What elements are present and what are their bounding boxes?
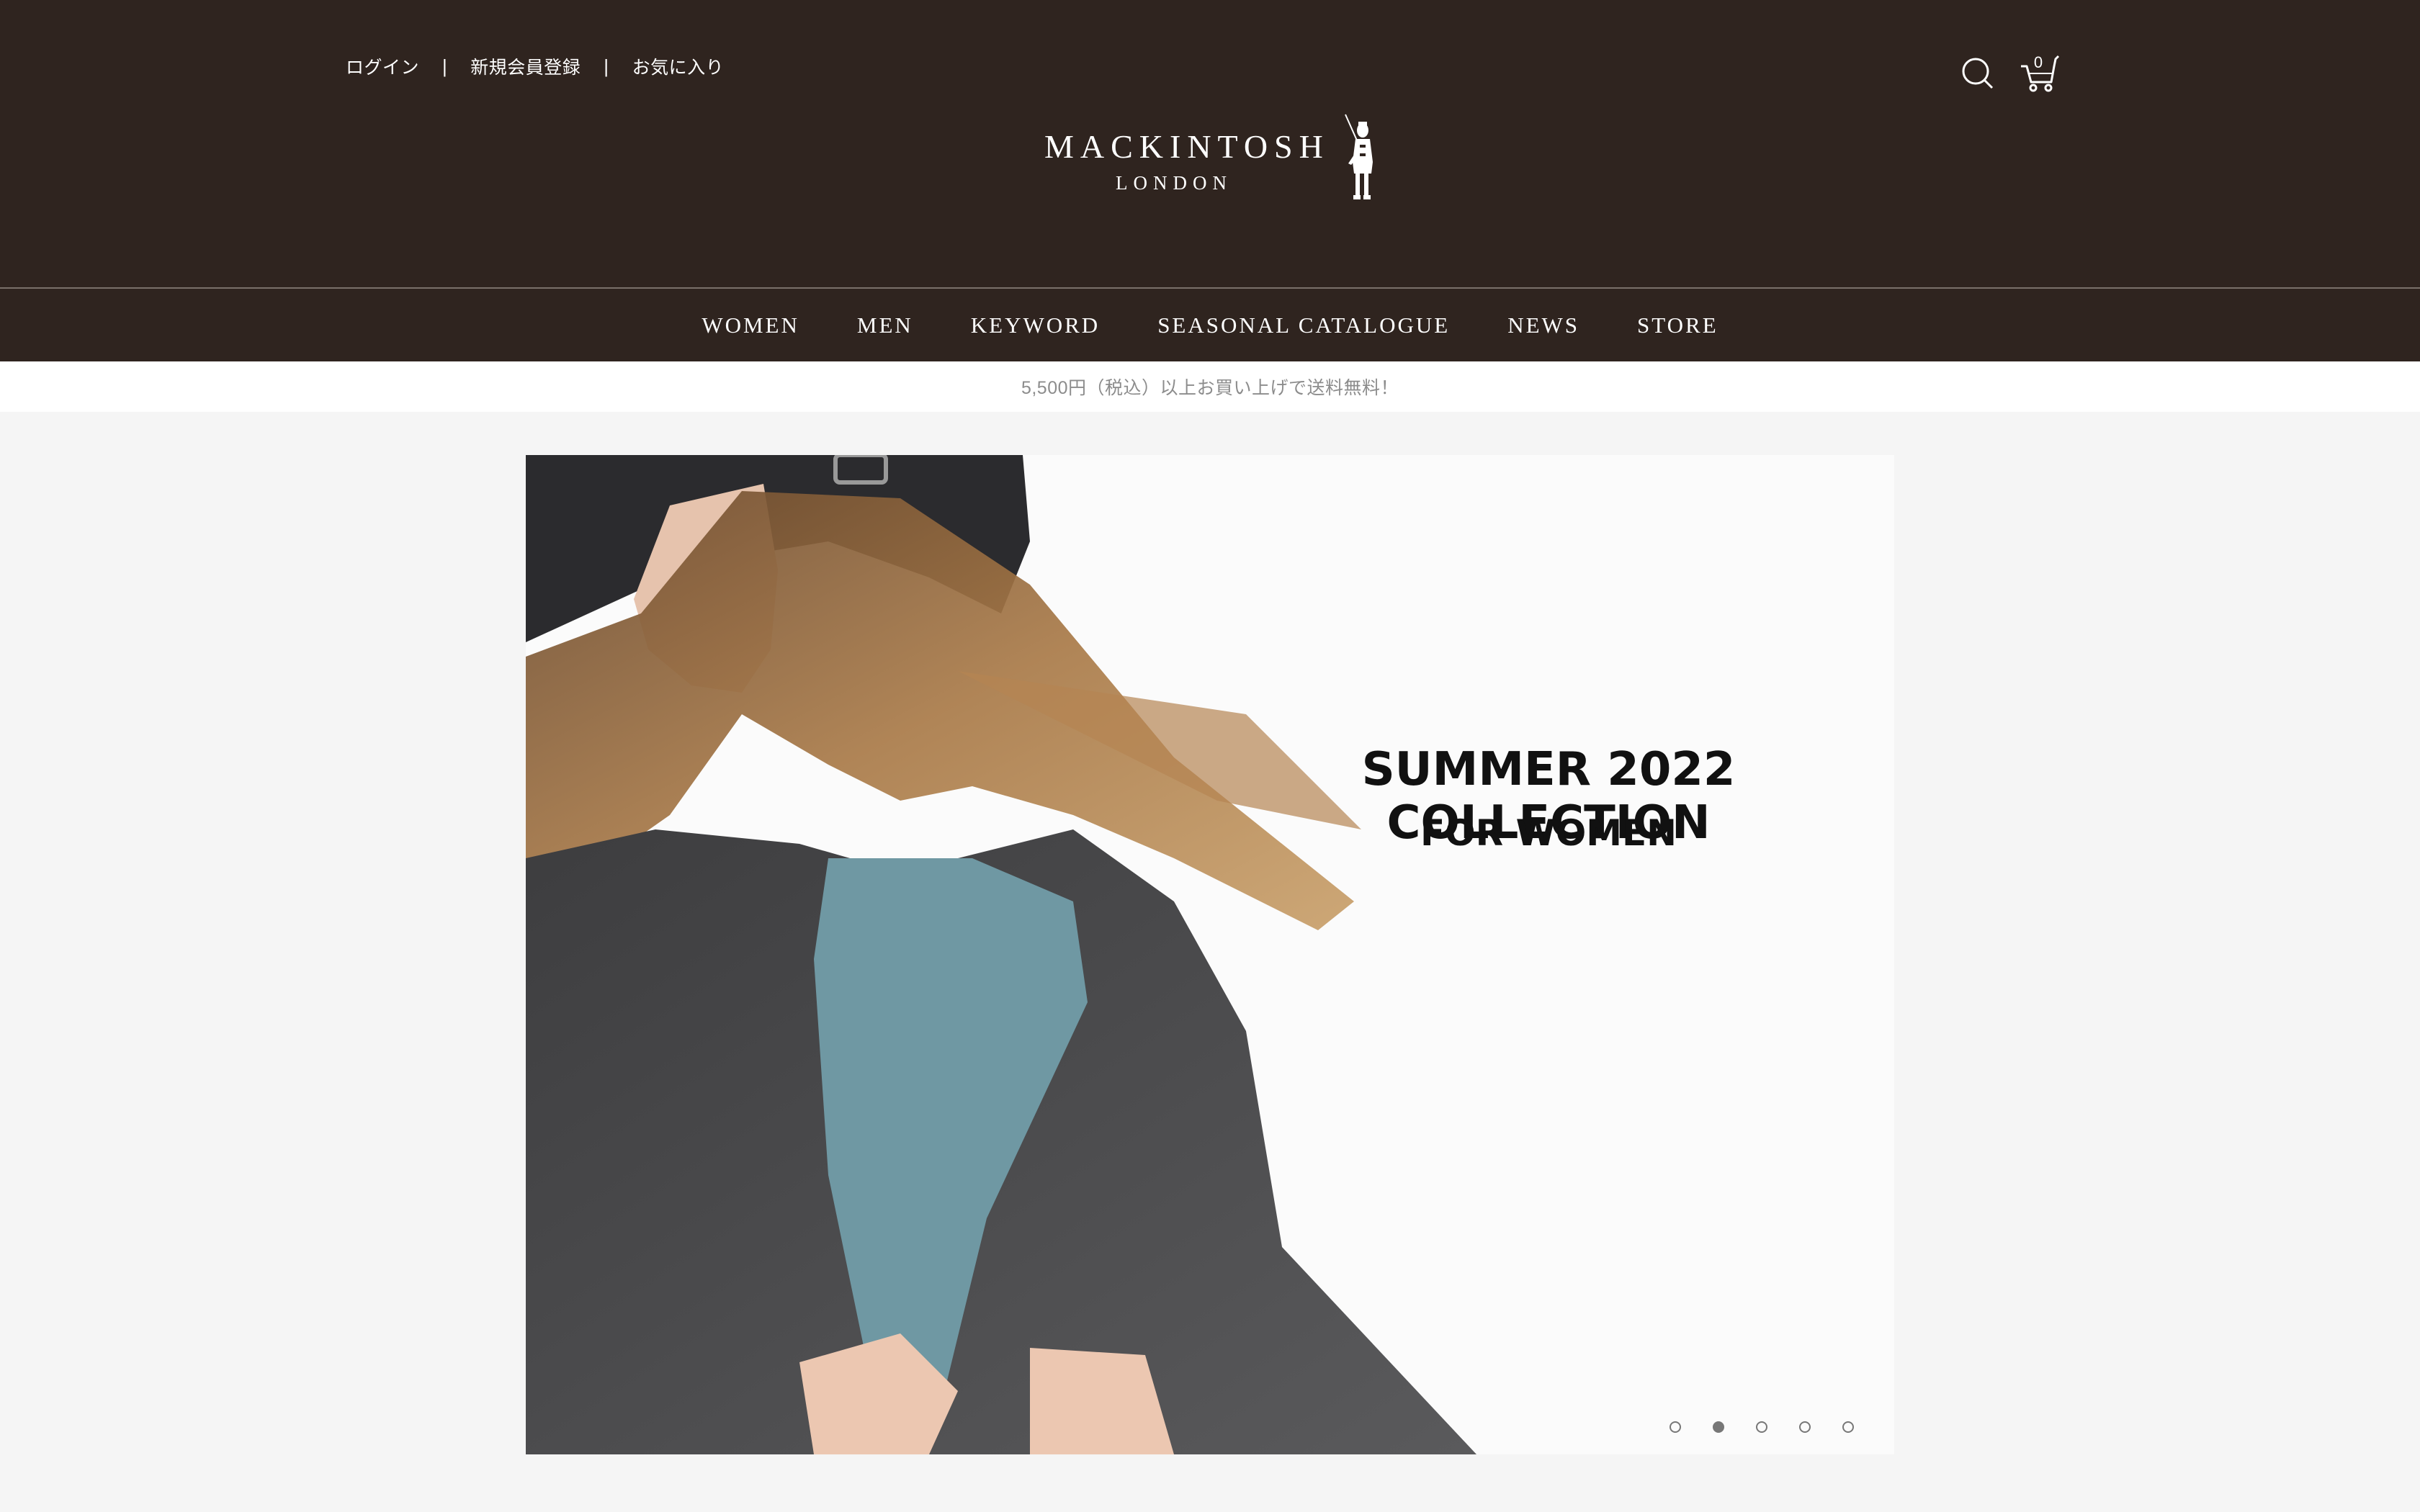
nav-seasonal-catalogue[interactable]: SEASONAL CATALOGUE — [1157, 312, 1450, 338]
utility-links: ログイン | 新規会員登録 | お気に入り — [346, 52, 724, 81]
logo-guardsman-icon — [1345, 114, 1373, 199]
carousel-dot[interactable] — [1799, 1421, 1811, 1433]
cart-button[interactable]: 0 — [2020, 50, 2063, 94]
shipping-notice-text: 5,500円（税込）以上お買い上げで送料無料！ — [1021, 378, 1399, 398]
nav-store[interactable]: STORE — [1637, 312, 1718, 338]
search-button[interactable] — [1959, 53, 1999, 94]
nav-keyword[interactable]: KEYWORD — [971, 312, 1100, 338]
logo-wordmark: MACKINTOSH — [1044, 128, 1330, 165]
header-icons: 0 — [1959, 49, 2060, 92]
carousel-dots — [1670, 1421, 1886, 1436]
nav-women[interactable]: WOMEN — [702, 312, 799, 338]
favorites-link[interactable]: お気に入り — [632, 53, 725, 79]
shipping-notice-bar: 5,500円（税込）以上お買い上げで送料無料！ — [0, 361, 2420, 412]
nav-men[interactable]: MEN — [857, 312, 913, 338]
carousel-dot-active[interactable] — [1713, 1421, 1724, 1433]
cart-count-badge: 0 — [2033, 53, 2043, 71]
register-link[interactable]: 新規会員登録 — [470, 53, 581, 79]
brand-logo[interactable]: MACKINTOSH LONDON — [1037, 112, 1383, 205]
separator: | — [604, 55, 609, 77]
nav-news[interactable]: NEWS — [1507, 312, 1579, 338]
login-link[interactable]: ログイン — [346, 53, 419, 79]
hero-subtitle: FOR WOMEN — [1420, 812, 1677, 854]
hero-carousel[interactable]: SUMMER 2022 COLLECTION FOR WOMEN — [526, 455, 1894, 1454]
site-header: ログイン | 新規会員登録 | お気に入り MACKINTOSH LONDON — [0, 0, 2420, 289]
logo-subtitle: LONDON — [1116, 172, 1232, 194]
carousel-dot[interactable] — [1842, 1421, 1854, 1433]
carousel-dot[interactable] — [1756, 1421, 1767, 1433]
hero-photo — [526, 455, 1894, 1454]
separator: | — [442, 55, 448, 77]
main-nav: WOMEN MEN KEYWORD SEASONAL CATALOGUE NEW… — [0, 289, 2420, 361]
search-icon — [1962, 58, 1994, 89]
carousel-dot[interactable] — [1670, 1421, 1681, 1433]
